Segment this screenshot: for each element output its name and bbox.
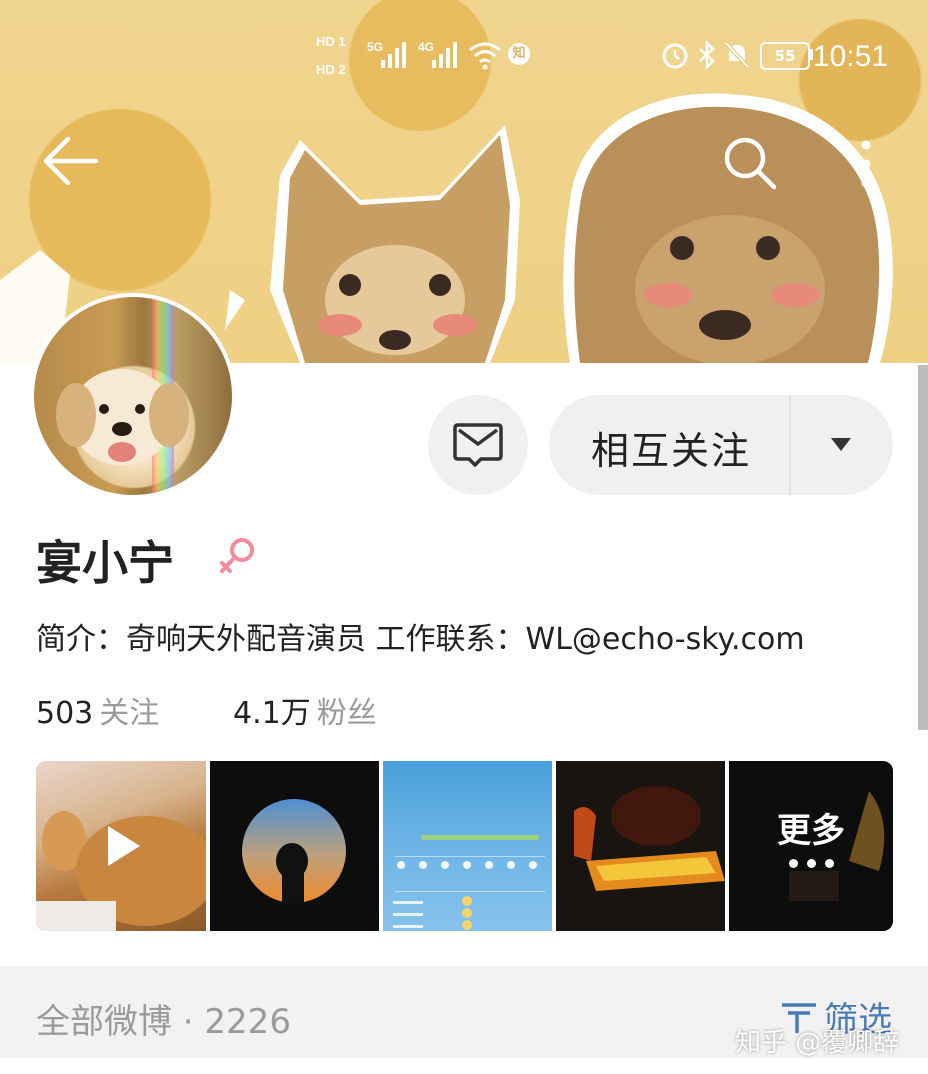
scrollbar[interactable] [918,365,928,730]
profile-stats: 503 关注 4.1万 粉丝 [36,688,377,732]
caret-down-icon[interactable] [831,438,851,451]
vertical-ellipsis-icon [861,140,871,188]
followers-label: 粉丝 [316,696,377,731]
watermark: 知乎 @覆卿辞 [735,1028,900,1058]
sim2-indicator: HD 2 [316,62,346,77]
bluetooth-icon [699,40,715,70]
signal-icon [432,42,457,68]
follow-status-button[interactable]: 相互关注 [549,395,893,495]
female-symbol-icon [220,538,254,573]
back-button[interactable] [40,135,100,191]
more-overlay: 更多 [729,761,893,931]
media-thumbnail-video[interactable] [36,761,206,931]
search-button[interactable] [722,135,778,195]
thumbnail-sunset-light [574,786,725,891]
avatar-image [34,297,232,495]
follow-status-label: 相互关注 [591,429,752,473]
followers-count: 4.1万 [233,696,311,731]
alarm-icon [662,43,688,69]
wifi-icon [469,42,501,70]
clock: 10:51 [812,40,888,73]
followers-stat[interactable]: 4.1万 粉丝 [233,688,377,732]
following-count: 503 [36,696,94,731]
media-thumbnail[interactable] [556,761,725,931]
media-thumbnail[interactable] [210,761,379,931]
more-label: 更多 [777,811,845,851]
thumbnail-weather [393,835,545,930]
arrow-left-icon [43,136,99,186]
sim1-indicator: HD 1 [316,34,346,49]
profile-bio: 简介：奇响天外配音演员 工作联系：WL@echo-sky.com [36,622,805,657]
avatar-dog [56,369,189,465]
play-icon [108,826,140,866]
search-icon [724,137,777,190]
more-dots-icon [789,853,843,872]
profile-name: 宴小宁 [36,536,174,590]
follow-divider [789,395,791,495]
battery-level: 55 [774,47,796,65]
more-options-button[interactable] [856,138,876,194]
more-media-button[interactable]: 更多 [729,761,893,931]
following-label: 关注 [99,696,160,731]
thumbnail-sunset-lamp [242,799,346,903]
media-strip: 更多 [36,761,893,931]
status-bar: HD 1 HD 2 5G 4G 知 55 10:51 [0,34,928,80]
envelope-icon [453,423,503,467]
battery-icon: 55 [760,42,810,70]
avatar[interactable] [30,293,236,499]
message-button[interactable] [428,395,528,495]
signal-icon [381,42,406,68]
all-posts-label[interactable]: 全部微博 · 2226 [36,994,291,1043]
mute-icon [724,41,750,69]
zhihu-badge: 知 [508,43,530,65]
following-stat[interactable]: 503 关注 [36,696,159,731]
media-thumbnail[interactable] [383,761,552,931]
